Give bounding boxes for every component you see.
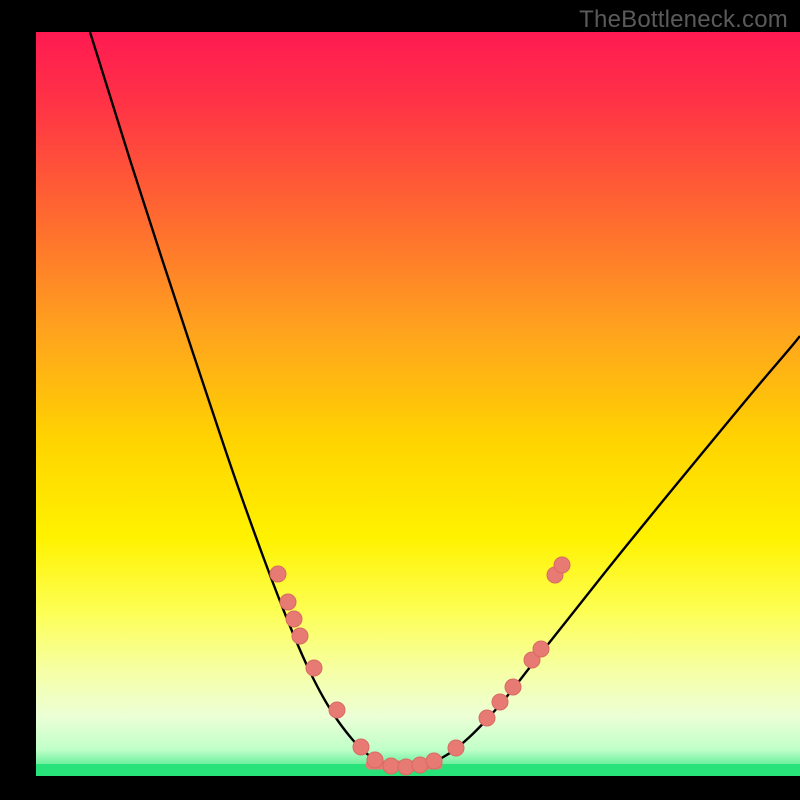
curve-marker <box>479 710 495 726</box>
curve-marker <box>448 740 464 756</box>
plot-background <box>36 32 800 776</box>
bottleneck-chart <box>0 0 800 800</box>
curve-marker <box>505 679 521 695</box>
curve-marker <box>367 752 383 768</box>
curve-marker <box>398 759 414 775</box>
curve-marker <box>554 557 570 573</box>
curve-marker <box>426 753 442 769</box>
curve-marker <box>412 757 428 773</box>
curve-marker <box>286 611 302 627</box>
curve-marker <box>492 694 508 710</box>
curve-marker <box>306 660 322 676</box>
curve-marker <box>280 594 296 610</box>
curve-marker <box>270 566 286 582</box>
watermark-label: TheBottleneck.com <box>579 6 788 34</box>
curve-marker <box>353 739 369 755</box>
curve-marker <box>292 628 308 644</box>
chart-stage: TheBottleneck.com <box>0 0 800 800</box>
curve-marker <box>383 758 399 774</box>
curve-marker <box>329 702 345 718</box>
curve-marker <box>533 641 549 657</box>
